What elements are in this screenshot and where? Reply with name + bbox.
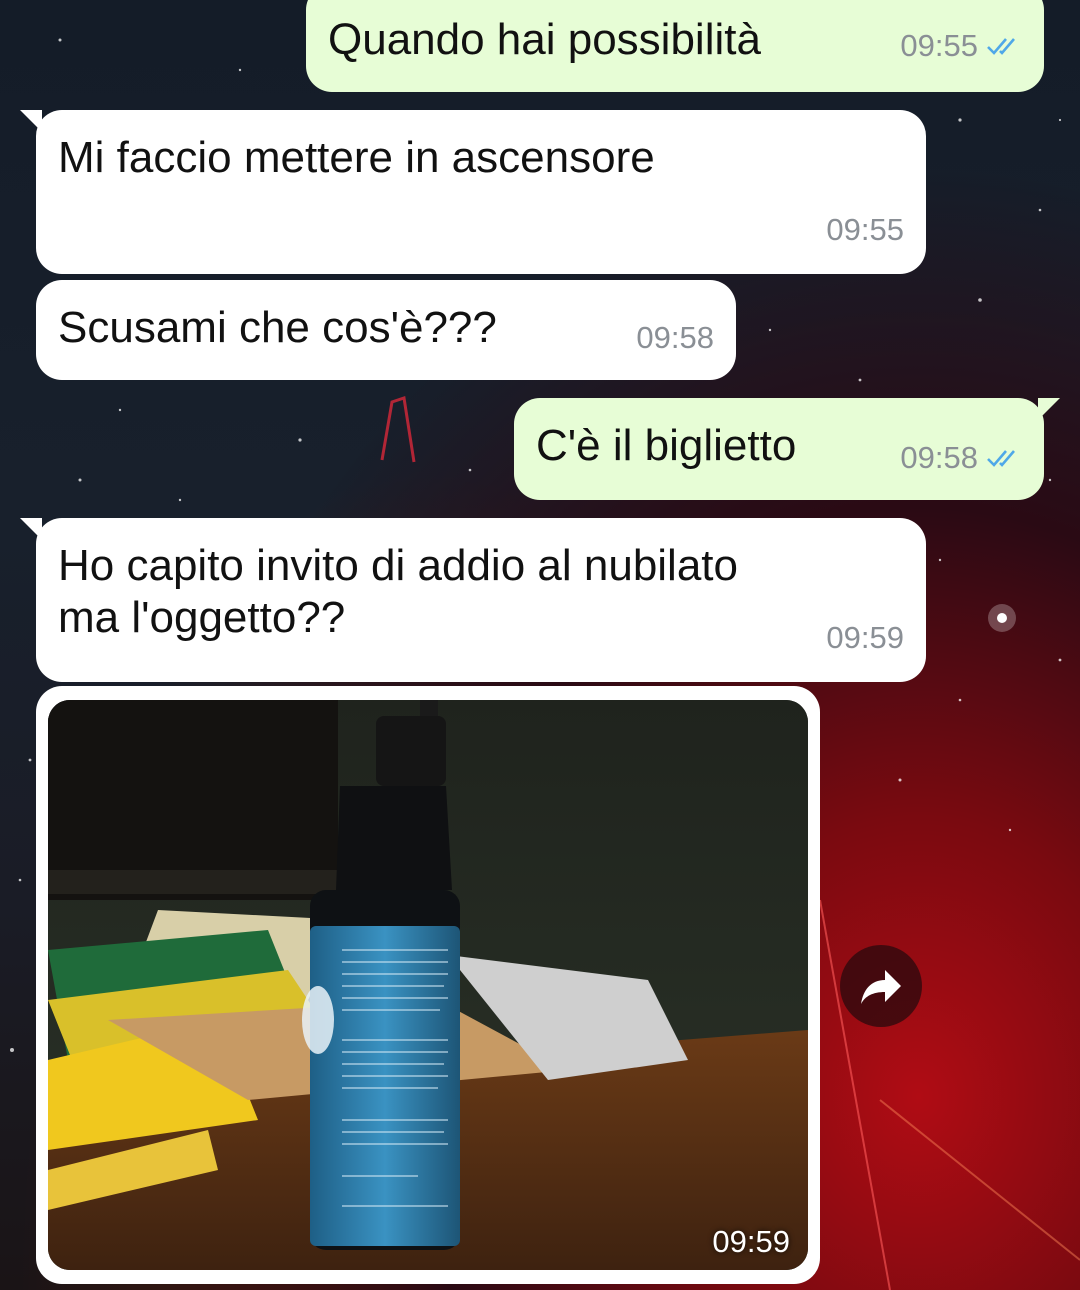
message-meta: 09:58: [900, 432, 1022, 484]
incoming-message[interactable]: Scusami che cos'è??? 09:58: [36, 280, 736, 380]
message-text: C'è il biglietto: [536, 421, 797, 470]
message-time: 09:55: [900, 28, 978, 63]
double-check-icon: [987, 450, 1015, 467]
message-text: Mi faccio mettere in ascensore: [58, 133, 655, 182]
outgoing-message[interactable]: C'è il biglietto 09:58: [514, 398, 1060, 500]
message-meta: 09:58: [636, 312, 714, 364]
forward-arrow-icon: [861, 970, 901, 1004]
photo-illustration: [48, 700, 808, 1270]
message-time: 09:58: [900, 440, 978, 475]
message-text: Quando hai possibilità: [328, 15, 761, 64]
message-text: Scusami che cos'è???: [58, 303, 497, 352]
photo-thumbnail[interactable]: 09:59: [48, 700, 808, 1270]
message-meta: 09:55: [826, 204, 904, 256]
photo-time: 09:59: [712, 1224, 790, 1259]
incoming-message[interactable]: Ho capito invito di addio al nubilato ma…: [20, 518, 926, 682]
forward-button[interactable]: [840, 945, 922, 1027]
bubble-tail: [20, 518, 42, 540]
bubble-tail: [20, 110, 42, 132]
outgoing-message[interactable]: Quando hai possibilità 09:55: [306, 0, 1044, 92]
message-time: 09:55: [826, 212, 904, 247]
bubble-tail: [1038, 398, 1060, 420]
message-meta: 09:55: [900, 20, 1022, 72]
message-time: 09:59: [826, 620, 904, 655]
message-meta: 09:59: [826, 612, 904, 664]
incoming-message[interactable]: Mi faccio mettere in ascensore 09:55: [20, 110, 926, 274]
photo-message[interactable]: 09:59: [36, 686, 820, 1284]
message-time: 09:58: [636, 320, 714, 355]
message-text: Ho capito invito di addio al nubilato ma…: [58, 541, 739, 642]
double-check-icon: [987, 38, 1015, 55]
